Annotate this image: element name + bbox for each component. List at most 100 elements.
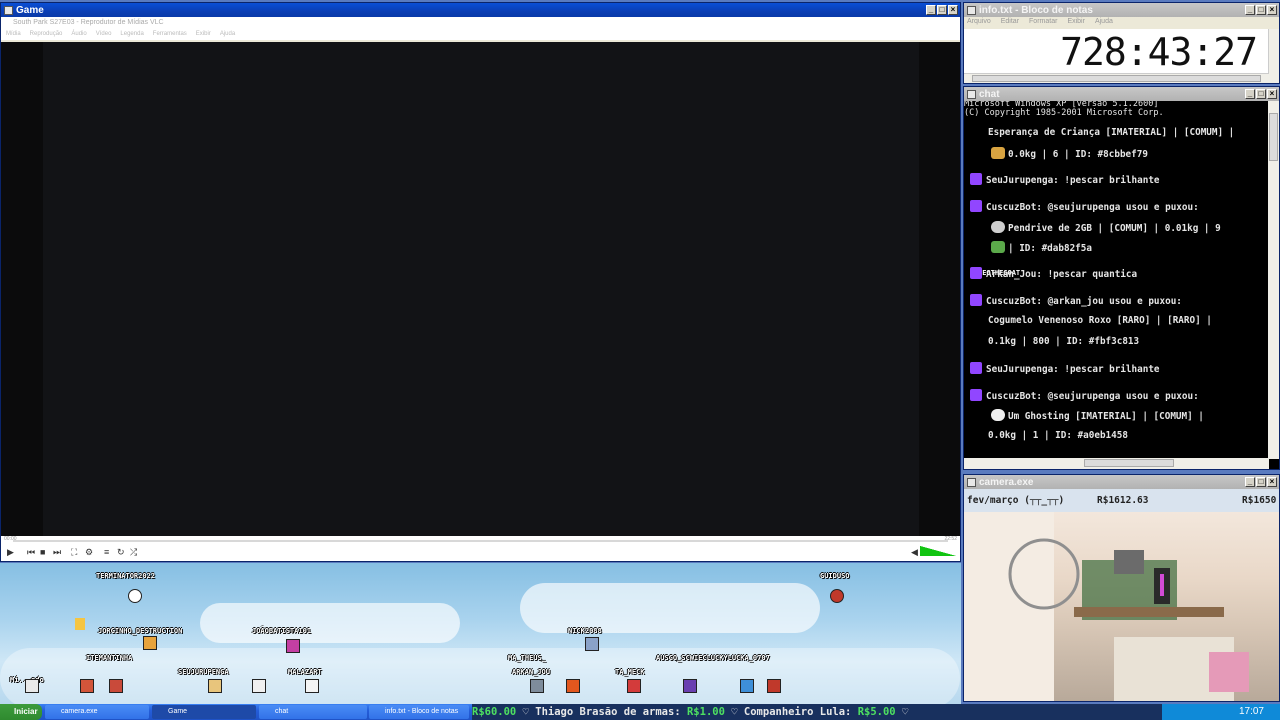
previous-icon[interactable]: ⏮ xyxy=(27,547,35,557)
fullscreen-icon[interactable]: ⛶ xyxy=(71,547,77,557)
player-username: JOÃOBATISTA101 xyxy=(252,627,312,635)
player-username: NICK2088 xyxy=(568,627,602,635)
menu-item[interactable]: Vídeo xyxy=(96,29,112,40)
vertical-scrollbar[interactable] xyxy=(1268,29,1279,83)
player-username: JORGINHO_DESTRUCTION xyxy=(98,627,183,635)
minimize-button[interactable]: _ xyxy=(926,5,936,15)
desk xyxy=(1074,607,1224,617)
chat-message: Arkan_Jou: !pescar quantica xyxy=(970,267,1137,280)
game-titlebar[interactable]: Game _ □ × xyxy=(1,3,960,17)
vlc-controls: 00:00 22:52 ▶ ⏮ ■ ⏭ ⛶ ⚙ ≡ ↻ ⤮ ◀ 100% xyxy=(1,536,960,561)
monitor xyxy=(1114,550,1144,574)
menu-item[interactable]: Exibir xyxy=(196,29,211,40)
game-strip: TERMINATOR2022 GUIDUSO JORGINHO_DESTRUCTIO… xyxy=(0,563,961,704)
menu-item[interactable]: Editar xyxy=(1001,17,1019,27)
speaker-icon[interactable]: ◀ xyxy=(911,547,918,557)
goal-label: fev/março (┬┬_┬┬) xyxy=(967,495,1065,506)
maximize-button[interactable]: □ xyxy=(937,5,947,15)
horizontal-scrollbar[interactable] xyxy=(964,73,1269,83)
task-camera[interactable]: camera.exe xyxy=(45,705,149,719)
ticker-price: R$5.00 xyxy=(857,706,896,718)
disc-icon xyxy=(991,221,1005,233)
twitch-icon xyxy=(970,267,982,279)
task-game[interactable]: Game xyxy=(152,705,256,719)
tray-clock[interactable]: 17:07 xyxy=(1239,706,1264,717)
scroll-thumb[interactable] xyxy=(972,75,1261,82)
character-sprite xyxy=(566,679,580,693)
camera-window: camera.exe _ □ × fev/março (┬┬_┬┬) R$161… xyxy=(963,474,1280,702)
maximize-button[interactable]: □ xyxy=(1256,89,1266,99)
menu-item[interactable]: Áudio xyxy=(71,29,86,40)
app-icon xyxy=(4,5,13,15)
character-sprite xyxy=(208,679,222,693)
menu-item[interactable]: Mídia xyxy=(6,29,21,40)
menu-item[interactable]: Reprodução xyxy=(30,29,63,40)
close-button[interactable]: × xyxy=(1267,89,1277,99)
stop-icon[interactable]: ■ xyxy=(40,547,45,557)
vertical-scrollbar[interactable] xyxy=(1268,101,1279,459)
minimize-button[interactable]: _ xyxy=(1245,477,1255,487)
vlc-menubar: Mídia Reprodução Áudio Vídeo Legenda Fer… xyxy=(1,29,960,40)
maximize-button[interactable]: □ xyxy=(1256,5,1266,15)
minimize-button[interactable]: _ xyxy=(1245,5,1255,15)
chat-console[interactable]: Microsoft Windows XP [versão 5.1.2600] (… xyxy=(964,101,1269,461)
room-scene xyxy=(964,512,1249,701)
camera-titlebar[interactable]: camera.exe _ □ × xyxy=(964,475,1279,489)
chat-titlebar[interactable]: chat _ □ × xyxy=(964,87,1279,101)
character-sprite xyxy=(80,679,94,693)
star-icon xyxy=(75,618,85,630)
extended-settings-icon[interactable]: ⚙ xyxy=(85,547,93,557)
vlc-title: South Park S27E03 - Reprodutor de Mídias… xyxy=(1,17,960,29)
notepad-title: info.txt - Bloco de notas xyxy=(979,4,1093,16)
webcam-feed xyxy=(964,512,1279,701)
taskbar: Iniciar camera.exe Game chat info.txt - … xyxy=(0,704,1280,720)
menu-item[interactable]: Ferramentas xyxy=(153,29,187,40)
goal-current: R$1612.63 xyxy=(1097,495,1149,506)
seek-bar[interactable] xyxy=(13,540,948,542)
character-sprite xyxy=(683,679,697,693)
scroll-thumb[interactable] xyxy=(1084,459,1174,467)
chat-line: Pendrive de 2GB | [COMUM] | 0.01kg | 9 xyxy=(988,221,1221,234)
cloud xyxy=(520,583,820,633)
cloud xyxy=(200,603,460,643)
close-button[interactable]: × xyxy=(1267,5,1277,15)
camera-icon xyxy=(967,477,976,487)
notepad-window: info.txt - Bloco de notas _ □ × Arquivo … xyxy=(963,2,1280,84)
scroll-thumb[interactable] xyxy=(1269,113,1278,161)
menu-item[interactable]: Legenda xyxy=(120,29,143,40)
playlist-icon[interactable]: ≡ xyxy=(104,547,109,557)
system-tray: 17:07 xyxy=(1162,704,1280,720)
close-button[interactable]: × xyxy=(1267,477,1277,487)
task-notepad[interactable]: info.txt - Bloco de notas xyxy=(369,705,469,719)
next-icon[interactable]: ⏭ xyxy=(53,547,61,557)
menu-item[interactable]: Ajuda xyxy=(220,29,235,40)
twitch-icon xyxy=(970,200,982,212)
menu-item[interactable]: Arquivo xyxy=(967,17,991,27)
character-sprite xyxy=(530,679,544,693)
notepad-menubar: Arquivo Editar Formatar Exibir Ajuda xyxy=(964,17,1279,27)
video-area[interactable] xyxy=(1,42,960,536)
loop-icon[interactable]: ↻ xyxy=(117,547,125,557)
maximize-button[interactable]: □ xyxy=(1256,477,1266,487)
heart-icon: ♡ xyxy=(731,706,744,718)
task-chat[interactable]: chat xyxy=(259,705,367,719)
close-button[interactable]: × xyxy=(948,5,958,15)
shuffle-icon[interactable]: ⤮ xyxy=(130,547,137,557)
chat-line: 0.0kg | 1 | ID: #a0eb1458 xyxy=(988,430,1128,441)
rgb-light xyxy=(1160,574,1164,596)
horizontal-scrollbar[interactable] xyxy=(964,458,1269,469)
menu-item[interactable]: Exibir xyxy=(1067,17,1085,27)
ghost-icon xyxy=(991,409,1005,421)
minimize-button[interactable]: _ xyxy=(1245,89,1255,99)
timer-text[interactable]: 728:43:27 xyxy=(964,29,1269,74)
camera-title: camera.exe xyxy=(979,476,1034,488)
game-title: Game xyxy=(16,4,44,16)
menu-item[interactable]: Ajuda xyxy=(1095,17,1113,27)
start-button[interactable]: Iniciar xyxy=(0,704,42,720)
scale-icon xyxy=(991,147,1005,159)
menu-item[interactable]: Formatar xyxy=(1029,17,1057,27)
chat-line: Esperança de Criança [IMATERIAL] | [COMU… xyxy=(988,127,1235,138)
play-icon[interactable]: ▶ xyxy=(7,547,14,557)
chat-message: CuscuzBot: @seujurupenga usou e puxou: xyxy=(970,389,1199,402)
notepad-titlebar[interactable]: info.txt - Bloco de notas _ □ × xyxy=(964,3,1279,17)
